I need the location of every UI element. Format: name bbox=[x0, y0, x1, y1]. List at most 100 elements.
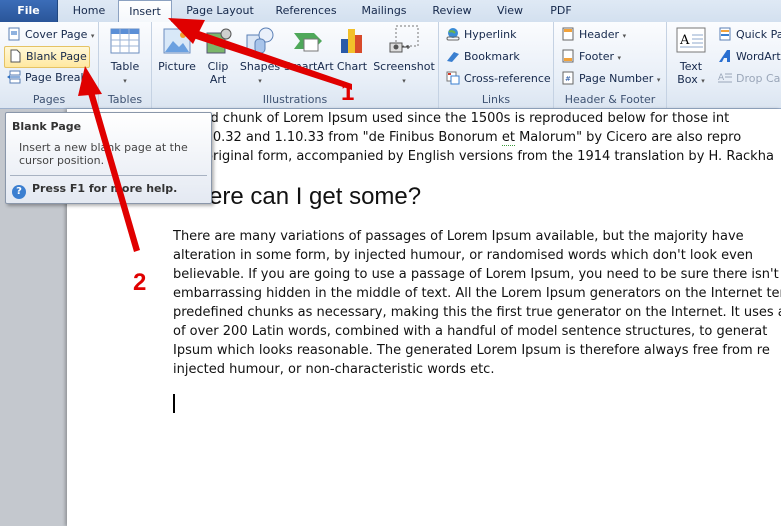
paragraph-line: predefined chunks as necessary, making t… bbox=[173, 305, 781, 320]
cross-reference-button[interactable]: Cross-reference bbox=[443, 69, 551, 89]
quick-parts-label: Quick Pa bbox=[736, 28, 781, 41]
annotation-number-1: 1 bbox=[341, 79, 355, 106]
page-break-button[interactable]: Page Break bbox=[4, 68, 87, 88]
tooltip-title: Blank Page bbox=[12, 120, 82, 133]
wordart-button[interactable]: WordArt bbox=[715, 47, 781, 67]
bookmark-icon bbox=[446, 49, 460, 63]
help-icon: ? bbox=[12, 185, 26, 199]
group-pages: Cover Page ▾ Blank Page Page Break Pages bbox=[0, 22, 99, 108]
tooltip-help: ? Press F1 for more help. bbox=[12, 182, 177, 199]
screenshot-button[interactable]: Screenshot ▾ bbox=[372, 25, 436, 88]
bookmark-button[interactable]: Bookmark bbox=[443, 47, 520, 67]
footer-button[interactable]: Footer ▾ bbox=[558, 47, 621, 67]
chevron-down-icon: ▾ bbox=[617, 54, 622, 62]
paragraph-line: alteration in some form, by injected hum… bbox=[173, 248, 754, 263]
shapes-button[interactable]: Shapes ▾ bbox=[238, 25, 282, 88]
group-label-links: Links bbox=[481, 93, 511, 106]
clip-art-button[interactable]: Clip Art bbox=[202, 25, 234, 86]
tooltip-divider bbox=[10, 175, 207, 176]
smartart-label: SmartArt bbox=[284, 60, 334, 73]
clip-art-label-1: Clip bbox=[207, 60, 229, 73]
doc-text: ns 1.10.32 and 1.10.33 from "de Finibus … bbox=[173, 130, 502, 145]
paragraph-line: injected humour, or non-characteristic w… bbox=[173, 362, 495, 377]
paragraph-line: Ipsum which looks reasonable. The genera… bbox=[173, 343, 770, 358]
tab-pdf[interactable]: PDF bbox=[542, 0, 580, 22]
smartart-button[interactable]: SmartArt bbox=[284, 25, 334, 73]
tab-mailings[interactable]: Mailings bbox=[352, 0, 416, 22]
cover-page-button[interactable]: Cover Page ▾ bbox=[4, 25, 94, 45]
chevron-down-icon: ▾ bbox=[123, 77, 127, 85]
page-number-label: Page Number bbox=[579, 72, 654, 85]
paragraph-line: believable. If you are going to use a pa… bbox=[173, 267, 779, 282]
group-tables: Table ▾ Tables bbox=[99, 22, 152, 108]
chevron-down-icon: ▾ bbox=[656, 76, 661, 84]
tooltip-body: Insert a new blank page at the cursor po… bbox=[19, 141, 188, 167]
page-break-icon bbox=[7, 70, 21, 84]
text-box-icon: A bbox=[675, 25, 707, 57]
hyperlink-button[interactable]: Hyperlink bbox=[443, 25, 517, 45]
blank-page-icon bbox=[8, 49, 22, 63]
shapes-icon bbox=[244, 25, 276, 57]
ribbon-insert: Cover Page ▾ Blank Page Page Break Pages… bbox=[0, 22, 781, 109]
text-cursor bbox=[173, 394, 175, 413]
svg-text:#: # bbox=[565, 75, 571, 83]
chevron-down-icon: ▾ bbox=[701, 77, 705, 85]
tab-home[interactable]: Home bbox=[62, 0, 116, 22]
paragraph-line: embarrassing hidden in the middle of tex… bbox=[173, 286, 781, 301]
quick-parts-button[interactable]: Quick Pa bbox=[715, 25, 781, 45]
spelling-squiggle: et bbox=[501, 130, 515, 146]
bookmark-label: Bookmark bbox=[464, 50, 520, 63]
drop-cap-button[interactable]: A Drop Cap bbox=[715, 69, 781, 89]
group-links: Hyperlink Bookmark Cross-reference Links bbox=[439, 22, 554, 108]
header-button[interactable]: Header ▾ bbox=[558, 25, 626, 45]
chevron-down-icon: ▾ bbox=[258, 77, 262, 85]
svg-text:A: A bbox=[679, 33, 690, 48]
blank-page-button[interactable]: Blank Page bbox=[4, 46, 90, 68]
tab-page-layout[interactable]: Page Layout bbox=[178, 0, 262, 22]
text-box-button[interactable]: A Text Box ▾ bbox=[671, 25, 711, 88]
header-icon bbox=[561, 27, 575, 41]
tab-review[interactable]: Review bbox=[426, 0, 478, 22]
page-number-button[interactable]: # Page Number ▾ bbox=[558, 69, 660, 89]
cover-page-icon bbox=[7, 27, 21, 41]
chart-button[interactable]: Chart bbox=[334, 25, 370, 73]
doc-text: Malorum" by Cicero are also repro bbox=[514, 130, 742, 145]
footer-icon bbox=[561, 49, 575, 63]
table-button[interactable]: Table ▾ bbox=[103, 25, 147, 88]
table-icon bbox=[109, 25, 141, 57]
tab-file[interactable]: File bbox=[0, 0, 58, 22]
group-label-illustrations: Illustrations bbox=[262, 93, 328, 106]
text-box-label-2: Box bbox=[677, 73, 698, 86]
picture-icon bbox=[161, 25, 193, 57]
screenshot-icon bbox=[388, 25, 420, 57]
group-illustrations: Picture Clip Art Shapes ▾ SmartArt Chart… bbox=[152, 22, 439, 108]
screenshot-label: Screenshot bbox=[373, 60, 435, 73]
cross-reference-label: Cross-reference bbox=[464, 72, 551, 85]
picture-button[interactable]: Picture bbox=[154, 25, 200, 73]
doc-line: xact original form, accompanied by Engli… bbox=[173, 149, 774, 164]
chart-label: Chart bbox=[336, 60, 368, 73]
cover-page-label: Cover Page bbox=[25, 28, 88, 41]
group-label-pages: Pages bbox=[32, 93, 66, 106]
paragraph-line: There are many variations of passages of… bbox=[173, 229, 744, 244]
group-label-header-footer: Header & Footer bbox=[564, 93, 656, 106]
wordart-label: WordArt bbox=[736, 50, 781, 63]
group-header-footer: Header ▾ Footer ▾ # Page Number ▾ Header … bbox=[554, 22, 667, 108]
chevron-down-icon: ▾ bbox=[622, 32, 627, 40]
tab-insert[interactable]: Insert bbox=[118, 0, 172, 23]
wordart-icon bbox=[718, 49, 732, 63]
doc-line: andard chunk of Lorem Ipsum used since t… bbox=[173, 111, 730, 126]
page-number-icon: # bbox=[561, 71, 575, 85]
tab-references[interactable]: References bbox=[270, 0, 342, 22]
paragraph-line: of over 200 Latin words, combined with a… bbox=[173, 324, 768, 339]
tab-view[interactable]: View bbox=[488, 0, 532, 22]
tooltip-help-text: Press F1 for more help. bbox=[32, 182, 178, 195]
clip-art-icon bbox=[202, 25, 234, 57]
group-text: A Text Box ▾ Quick Pa WordArt A Drop Cap bbox=[667, 22, 781, 108]
clip-art-label-2: Art bbox=[209, 73, 227, 86]
blank-page-label: Blank Page bbox=[26, 50, 87, 63]
drop-cap-label: Drop Cap bbox=[736, 72, 781, 85]
shapes-label: Shapes bbox=[239, 60, 281, 73]
smartart-icon bbox=[292, 25, 324, 57]
footer-label: Footer bbox=[579, 50, 614, 63]
